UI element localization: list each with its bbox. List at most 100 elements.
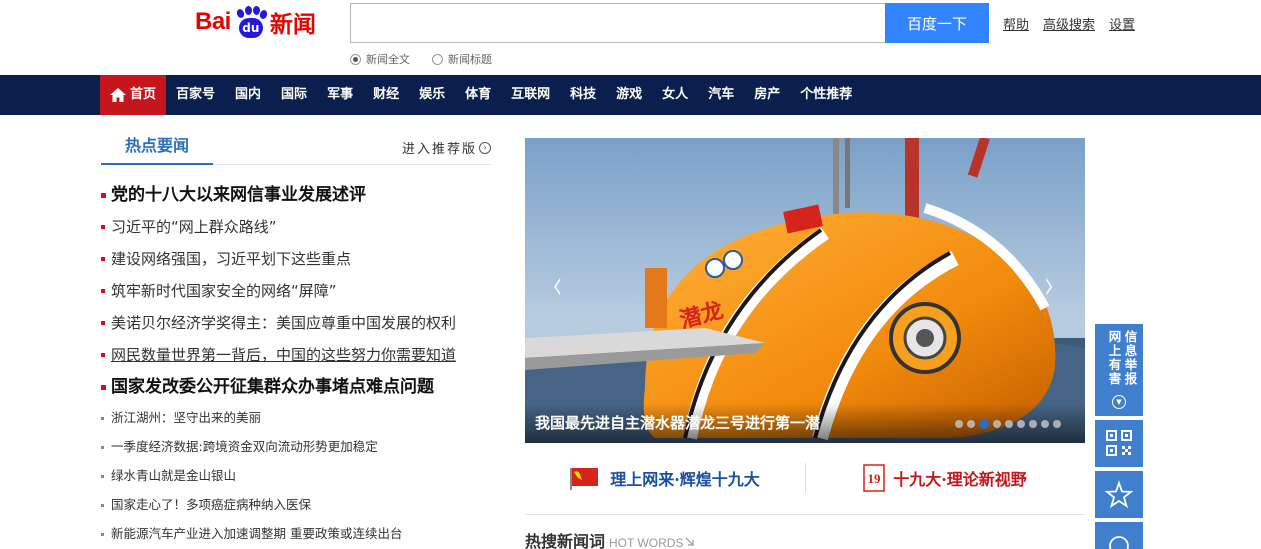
home-icon	[110, 88, 126, 102]
recommend-label: 进入推荐版	[401, 142, 477, 157]
feedback-button[interactable]	[1095, 522, 1143, 549]
radio-checked-icon[interactable]	[350, 53, 361, 65]
carousel-dots	[955, 419, 1061, 429]
carousel-dot[interactable]	[1029, 420, 1037, 428]
carousel-dot[interactable]	[979, 419, 989, 429]
news-headline[interactable]: 国家发改委公开征集群众办事堵点难点问题	[111, 377, 434, 397]
header: Bai du 新闻 百度一下 帮助 高级搜索 设置 新闻全文 新闻标题	[0, 0, 1261, 75]
report-harmful-info-button[interactable]: 信息举报网上有害 ▼	[1095, 324, 1143, 416]
carousel-caption[interactable]: 我国最先进自主潜水器潜龙三号进行第一潜	[535, 412, 820, 433]
hot-news-title[interactable]: 热点要闻	[101, 130, 213, 165]
nav-item-personal[interactable]: 个性推荐	[790, 75, 862, 115]
hot-words-title: 热搜新闻词	[525, 532, 606, 549]
settings-link[interactable]: 设置	[1109, 14, 1135, 33]
news-item[interactable]: 新能源汽车产业进入加速调整期 重要政策或连续出台	[101, 520, 501, 549]
news-item[interactable]: 浙江湖州：坚守出来的美丽	[101, 404, 501, 433]
nav-item-military[interactable]: 军事	[317, 75, 363, 115]
nav-item-tech[interactable]: 科技	[560, 75, 606, 115]
news-item[interactable]: 网民数量世界第一背后，中国的这些努力你需要知道	[101, 340, 501, 372]
carousel-dot[interactable]	[1041, 420, 1049, 428]
arrow-down-right-icon	[686, 537, 695, 546]
search-input[interactable]	[350, 3, 886, 43]
news-headline[interactable]: 党的十八大以来网信事业发展述评	[111, 185, 366, 205]
carousel-dot[interactable]	[1017, 420, 1025, 428]
news-item[interactable]: 建设网络强国，习近平划下这些重点	[101, 244, 501, 276]
party-flag-icon	[570, 468, 599, 490]
chevron-right-icon: ›	[479, 141, 491, 154]
nav-item-women[interactable]: 女人	[652, 75, 698, 115]
chevron-down-icon: ▼	[1112, 395, 1126, 409]
image-carousel[interactable]: 潜龙 我国最先进自主潜水器潜龙三号进行第一潜 ‹ ›	[525, 138, 1085, 443]
advanced-search-link[interactable]: 高级搜索	[1043, 14, 1095, 33]
banner-theory[interactable]: 19 十九大·理论新视野	[805, 455, 1085, 501]
nav-item-auto[interactable]: 汽车	[698, 75, 744, 115]
divider	[525, 514, 1085, 515]
report-label: 信息举报网上有害	[1102, 330, 1138, 386]
news-item[interactable]: 国家发改委公开征集群众办事堵点难点问题	[101, 372, 501, 404]
nav-item-domestic[interactable]: 国内	[225, 75, 271, 115]
nav-item-house[interactable]: 房产	[744, 75, 790, 115]
news-headline[interactable]: 美诺贝尔经济学奖得主：美国应尊重中国发展的权利	[111, 314, 456, 332]
banner-label: 十九大·理论新视野	[893, 470, 1027, 489]
news-item[interactable]: 筑牢新时代国家安全的网络“屏障”	[101, 276, 501, 308]
banner-divider	[805, 463, 806, 493]
news-headline[interactable]: 建设网络强国，习近平划下这些重点	[111, 250, 351, 268]
radio-label: 新闻标题	[448, 53, 492, 66]
radio-fulltext[interactable]: 新闻全文	[350, 51, 410, 67]
banner-label: 理上网来·辉煌十九大	[610, 470, 760, 489]
carousel-dot[interactable]	[1005, 420, 1013, 428]
news-headline[interactable]: 浙江湖州：坚守出来的美丽	[111, 410, 261, 425]
news-item[interactable]: 习近平的“网上群众路线”	[101, 212, 501, 244]
carousel-next-icon[interactable]: ›	[1044, 260, 1054, 309]
nav-item-games[interactable]: 游戏	[606, 75, 652, 115]
topic-banners: 理上网来·辉煌十九大 19 十九大·理论新视野	[525, 455, 1085, 501]
nav-item-baijiahao[interactable]: 百家号	[166, 75, 225, 115]
hot-words-header: 热搜新闻词 HOT WORDS	[525, 528, 695, 549]
qr-code-icon	[1106, 430, 1132, 456]
nav-item-finance[interactable]: 财经	[363, 75, 409, 115]
carousel-dot[interactable]	[1053, 420, 1061, 428]
news-item[interactable]: 一季度经济数据:跨境资金双向流动形势更加稳定	[101, 433, 501, 462]
logo-news: 新闻	[269, 12, 316, 38]
report-label-col: 网上有害	[1108, 329, 1122, 386]
news-item[interactable]: 美诺贝尔经济学奖得主：美国应尊重中国发展的权利	[101, 308, 501, 340]
news-headline[interactable]: 网民数量世界第一背后，中国的这些努力你需要知道	[111, 346, 456, 364]
news-headline[interactable]: 一季度经济数据:跨境资金双向流动形势更加稳定	[111, 439, 378, 454]
radio-label: 新闻全文	[366, 53, 410, 66]
carousel-dot[interactable]	[955, 420, 963, 428]
search-button[interactable]: 百度一下	[885, 3, 989, 43]
news-item[interactable]: 党的十八大以来网信事业发展述评	[101, 180, 501, 212]
report-label-col: 信息举报	[1124, 329, 1138, 386]
carousel-dot[interactable]	[993, 420, 1001, 428]
hot-news-list: 党的十八大以来网信事业发展述评 习近平的“网上群众路线” 建设网络强国，习近平划下这…	[101, 180, 501, 549]
star-icon	[1104, 480, 1134, 509]
hot-words-subtitle: HOT WORDS	[609, 536, 684, 549]
carousel-dot[interactable]	[967, 420, 975, 428]
nav-item-sports[interactable]: 体育	[455, 75, 501, 115]
news-item[interactable]: 国家走心了！多项癌症病种纳入医保	[101, 491, 501, 520]
news-headline[interactable]: 筑牢新时代国家安全的网络“屏障”	[111, 282, 337, 300]
help-link[interactable]: 帮助	[1003, 14, 1029, 33]
news-headline[interactable]: 习近平的“网上群众路线”	[111, 218, 277, 236]
carousel-prev-icon[interactable]: ‹	[552, 260, 562, 309]
hot-news-header: 热点要闻 进入推荐版 ›	[101, 130, 491, 165]
carousel-image[interactable]: 潜龙	[525, 138, 1085, 443]
nav-item-internet[interactable]: 互联网	[501, 75, 560, 115]
nav-item-home[interactable]: 首页	[100, 75, 167, 115]
nav-label: 首页	[130, 87, 157, 102]
news-item[interactable]: 绿水青山就是金山银山	[101, 462, 501, 491]
baidu-news-logo[interactable]: Bai du 新闻	[195, 2, 316, 42]
news-headline[interactable]: 新能源汽车产业进入加速调整期 重要政策或连续出台	[111, 526, 402, 541]
nav-item-entertainment[interactable]: 娱乐	[409, 75, 455, 115]
news-headline[interactable]: 国家走心了！多项癌症病种纳入医保	[111, 497, 311, 512]
qr-code-button[interactable]	[1095, 420, 1143, 467]
nav-item-international[interactable]: 国际	[271, 75, 317, 115]
radio-unchecked-icon[interactable]	[432, 53, 443, 65]
main-nav: 首页 百家号 国内 国际 军事 财经 娱乐 体育 互联网 科技 游戏 女人 汽车…	[0, 75, 1261, 115]
logo-bai: Bai	[195, 8, 231, 35]
recommend-link[interactable]: 进入推荐版 ›	[402, 138, 491, 157]
radio-title[interactable]: 新闻标题	[432, 51, 492, 67]
banner-party-congress[interactable]: 理上网来·辉煌十九大	[525, 455, 805, 501]
news-headline[interactable]: 绿水青山就是金山银山	[111, 468, 236, 483]
favorite-button[interactable]	[1095, 471, 1143, 518]
